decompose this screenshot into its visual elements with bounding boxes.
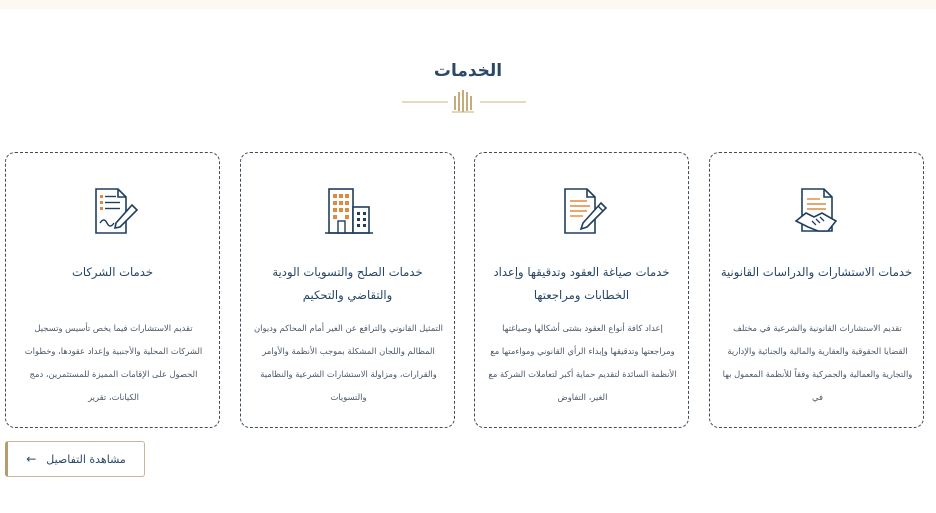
service-card-contract-drafting[interactable]: خدمات صياغة العقود وتدقيقها وإعداد الخطا… — [474, 152, 689, 428]
service-card-legal-consulting[interactable]: خدمات الاستشارات والدراسات القانونية تقد… — [709, 152, 924, 428]
section-title: الخدمات — [433, 61, 503, 81]
card-title: خدمات الصلح والتسويات الودية والتقاضي وا… — [272, 265, 423, 302]
buildings-icon — [325, 188, 373, 234]
arrow-left-icon: ← — [26, 452, 37, 466]
document-pen-icon — [564, 188, 608, 234]
services-cards: خدمات الاستشارات والدراسات القانونية تقد… — [5, 152, 924, 428]
view-details-button[interactable]: مشاهدة التفاصيل ← — [5, 441, 145, 477]
card-title: خدمات الشركات — [71, 265, 154, 279]
document-sign-icon — [95, 188, 139, 234]
card-title: خدمات صياغة العقود وتدقيقها وإعداد الخطا… — [493, 265, 670, 302]
card-description: تقديم الاستشارات فيما يخص تأسيس وتسجيل ا… — [24, 323, 203, 402]
service-card-companies[interactable]: خدمات الشركات تقديم الاستشارات فيما يخص … — [5, 152, 220, 428]
top-bar — [0, 0, 936, 9]
card-description: إعداد كافة أنواع العقود بشتى أشكالها وصي… — [488, 323, 677, 402]
card-title: خدمات الاستشارات والدراسات القانونية — [720, 265, 913, 279]
view-details-label: مشاهدة التفاصيل — [46, 452, 126, 466]
title-divider-ornament — [402, 90, 526, 113]
service-card-settlement-litigation[interactable]: خدمات الصلح والتسويات الودية والتقاضي وا… — [240, 152, 455, 428]
card-description: تقديم الاستشارات القانونية والشرعية في م… — [722, 323, 913, 402]
document-handshake-icon — [794, 188, 838, 232]
card-description: التمثيل القانوني والترافع عن الغير أمام … — [254, 323, 443, 402]
